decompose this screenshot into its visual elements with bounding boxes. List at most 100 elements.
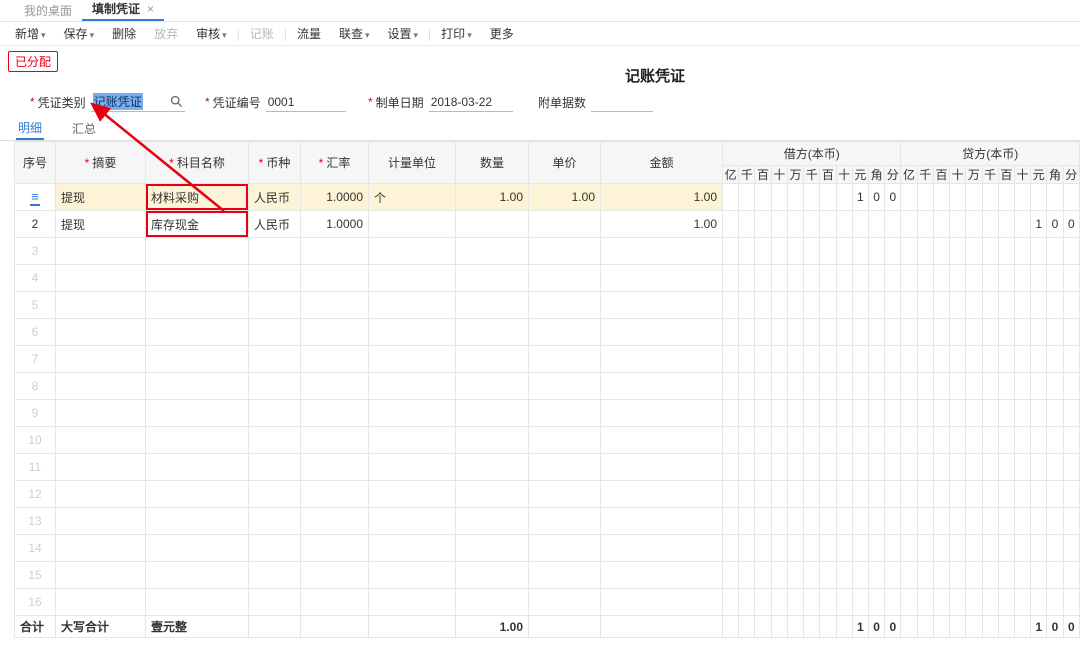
row-number-cell[interactable]: 13	[15, 508, 56, 535]
debit-digit-cell[interactable]	[820, 373, 836, 400]
account-cell[interactable]	[146, 427, 249, 454]
credit-digit-cell[interactable]	[1014, 346, 1030, 373]
debit-digit-cell[interactable]	[836, 562, 852, 589]
credit-digit-cell[interactable]	[917, 184, 933, 211]
debit-digit-cell[interactable]	[723, 319, 739, 346]
rate-cell[interactable]	[301, 319, 369, 346]
debit-digit-cell[interactable]	[723, 373, 739, 400]
credit-digit-cell[interactable]	[1014, 184, 1030, 211]
debit-digit-cell[interactable]	[820, 346, 836, 373]
credit-digit-cell[interactable]	[1063, 427, 1079, 454]
debit-digit-cell[interactable]	[804, 427, 820, 454]
credit-digit-cell[interactable]	[917, 373, 933, 400]
debit-digit-cell[interactable]	[771, 265, 787, 292]
debit-digit-cell[interactable]	[852, 319, 868, 346]
debit-digit-cell[interactable]	[739, 373, 755, 400]
debit-digit-cell[interactable]	[771, 589, 787, 616]
tab-detail[interactable]: 明细	[16, 117, 44, 140]
debit-digit-cell[interactable]	[787, 346, 803, 373]
debit-digit-cell[interactable]	[739, 346, 755, 373]
unit-cell[interactable]	[369, 319, 456, 346]
date-input[interactable]: 2018-03-22	[429, 93, 513, 112]
debit-digit-cell[interactable]	[755, 508, 771, 535]
search-icon[interactable]	[170, 95, 183, 108]
debit-digit-cell[interactable]	[868, 292, 884, 319]
post-button[interactable]: 记账	[241, 25, 283, 42]
credit-digit-cell[interactable]	[917, 319, 933, 346]
qty-cell[interactable]: 1.00	[456, 184, 529, 211]
currency-cell[interactable]	[249, 373, 301, 400]
debit-digit-cell[interactable]	[787, 211, 803, 238]
debit-digit-cell[interactable]	[820, 265, 836, 292]
amount-cell[interactable]	[601, 400, 723, 427]
currency-cell[interactable]	[249, 589, 301, 616]
summary-cell[interactable]	[56, 292, 146, 319]
debit-digit-cell[interactable]	[836, 427, 852, 454]
debit-digit-cell[interactable]	[739, 400, 755, 427]
row-number-cell[interactable]: 7	[15, 346, 56, 373]
price-cell[interactable]	[529, 265, 601, 292]
credit-digit-cell[interactable]	[933, 319, 949, 346]
account-cell[interactable]	[146, 481, 249, 508]
debit-digit-cell[interactable]	[755, 292, 771, 319]
row-number-cell[interactable]: 5	[15, 292, 56, 319]
debit-digit-cell[interactable]	[820, 454, 836, 481]
currency-cell[interactable]	[249, 508, 301, 535]
debit-digit-cell[interactable]	[804, 508, 820, 535]
debit-digit-cell[interactable]	[836, 535, 852, 562]
tab-summary[interactable]: 汇总	[70, 117, 98, 140]
debit-digit-cell[interactable]	[771, 184, 787, 211]
credit-digit-cell[interactable]	[966, 589, 982, 616]
credit-digit-cell[interactable]	[966, 265, 982, 292]
amount-cell[interactable]: 1.00	[601, 211, 723, 238]
debit-digit-cell[interactable]	[787, 373, 803, 400]
credit-digit-cell[interactable]	[901, 562, 917, 589]
qty-cell[interactable]	[456, 400, 529, 427]
debit-digit-cell[interactable]	[868, 265, 884, 292]
price-cell[interactable]	[529, 292, 601, 319]
debit-digit-cell[interactable]	[820, 319, 836, 346]
debit-digit-cell[interactable]	[820, 292, 836, 319]
credit-digit-cell[interactable]	[982, 265, 998, 292]
amount-cell[interactable]	[601, 454, 723, 481]
unit-cell[interactable]	[369, 373, 456, 400]
credit-digit-cell[interactable]	[1047, 562, 1063, 589]
amount-cell[interactable]	[601, 265, 723, 292]
debit-digit-cell[interactable]	[771, 562, 787, 589]
credit-digit-cell[interactable]	[933, 400, 949, 427]
debit-digit-cell[interactable]: 1	[852, 184, 868, 211]
debit-digit-cell[interactable]	[771, 238, 787, 265]
debit-digit-cell[interactable]	[852, 427, 868, 454]
credit-digit-cell[interactable]	[917, 562, 933, 589]
credit-digit-cell[interactable]	[950, 265, 966, 292]
debit-digit-cell[interactable]	[787, 319, 803, 346]
debit-digit-cell[interactable]	[852, 400, 868, 427]
credit-digit-cell[interactable]	[998, 184, 1014, 211]
debit-digit-cell[interactable]	[787, 589, 803, 616]
unit-cell[interactable]	[369, 211, 456, 238]
debit-digit-cell[interactable]	[771, 211, 787, 238]
rate-cell[interactable]	[301, 589, 369, 616]
print-button[interactable]: 打印▾	[432, 25, 481, 42]
credit-digit-cell[interactable]	[901, 184, 917, 211]
currency-cell[interactable]	[249, 319, 301, 346]
credit-digit-cell[interactable]	[1031, 589, 1047, 616]
debit-digit-cell[interactable]	[739, 265, 755, 292]
credit-digit-cell[interactable]	[998, 481, 1014, 508]
unit-cell[interactable]	[369, 427, 456, 454]
credit-digit-cell[interactable]	[1047, 346, 1063, 373]
save-button[interactable]: 保存▾	[55, 25, 104, 42]
debit-digit-cell[interactable]	[723, 562, 739, 589]
debit-digit-cell[interactable]	[885, 211, 901, 238]
qty-cell[interactable]	[456, 508, 529, 535]
account-cell[interactable]	[146, 535, 249, 562]
credit-digit-cell[interactable]	[950, 535, 966, 562]
price-cell[interactable]	[529, 562, 601, 589]
debit-digit-cell[interactable]	[868, 562, 884, 589]
debit-digit-cell[interactable]	[755, 562, 771, 589]
account-cell[interactable]: 材料采购	[146, 184, 249, 211]
currency-cell[interactable]	[249, 427, 301, 454]
debit-digit-cell[interactable]	[804, 535, 820, 562]
account-cell[interactable]	[146, 400, 249, 427]
debit-digit-cell[interactable]	[755, 589, 771, 616]
